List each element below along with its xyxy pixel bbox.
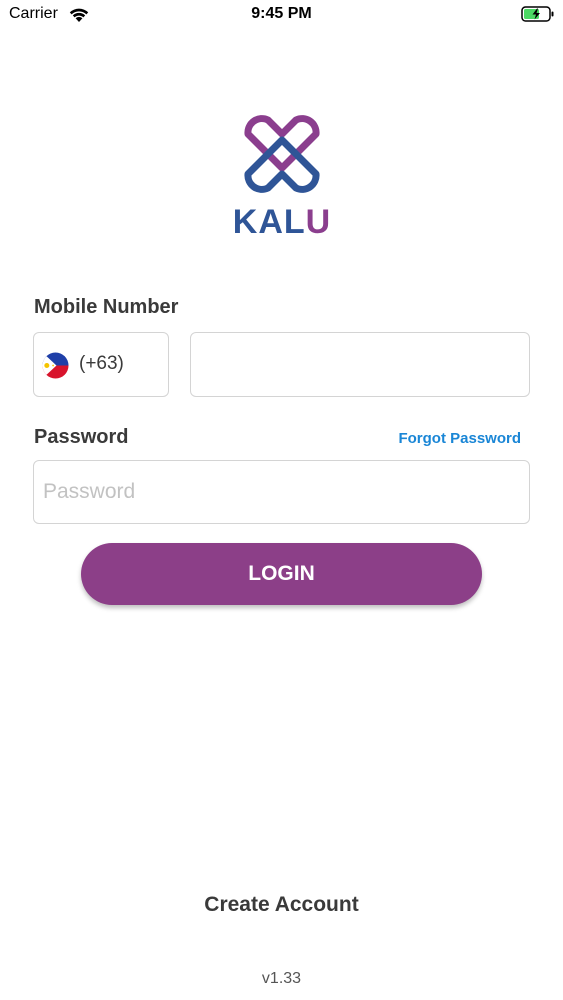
mobile-number-input[interactable]	[191, 333, 529, 396]
app-version: v1.33	[261, 970, 302, 987]
status-time: 9:45 PM	[251, 5, 312, 22]
kalu-logo-text: KALU	[230, 204, 334, 240]
logo-text-u: U	[305, 203, 332, 241]
kalu-logo-mark	[244, 115, 320, 193]
philippines-flag-icon	[42, 352, 69, 379]
logo-text-kal: KAL	[232, 203, 306, 241]
mobile-number-field	[190, 332, 530, 397]
password-label: Password	[34, 426, 129, 448]
dial-code: (+63)	[79, 353, 124, 374]
login-button[interactable]: LOGIN	[81, 543, 482, 605]
mobile-number-label: Mobile Number	[34, 296, 179, 318]
battery-charging-icon	[521, 6, 554, 22]
status-bar: Carrier 9:45 PM	[0, 0, 563, 30]
country-code-picker[interactable]: (+63)	[33, 332, 169, 397]
password-field	[33, 460, 530, 524]
password-input[interactable]	[34, 461, 529, 523]
create-account-link[interactable]: Create Account	[0, 893, 563, 917]
kalu-logo: KALU	[230, 108, 334, 240]
forgot-password-link[interactable]: Forgot Password	[398, 430, 521, 447]
